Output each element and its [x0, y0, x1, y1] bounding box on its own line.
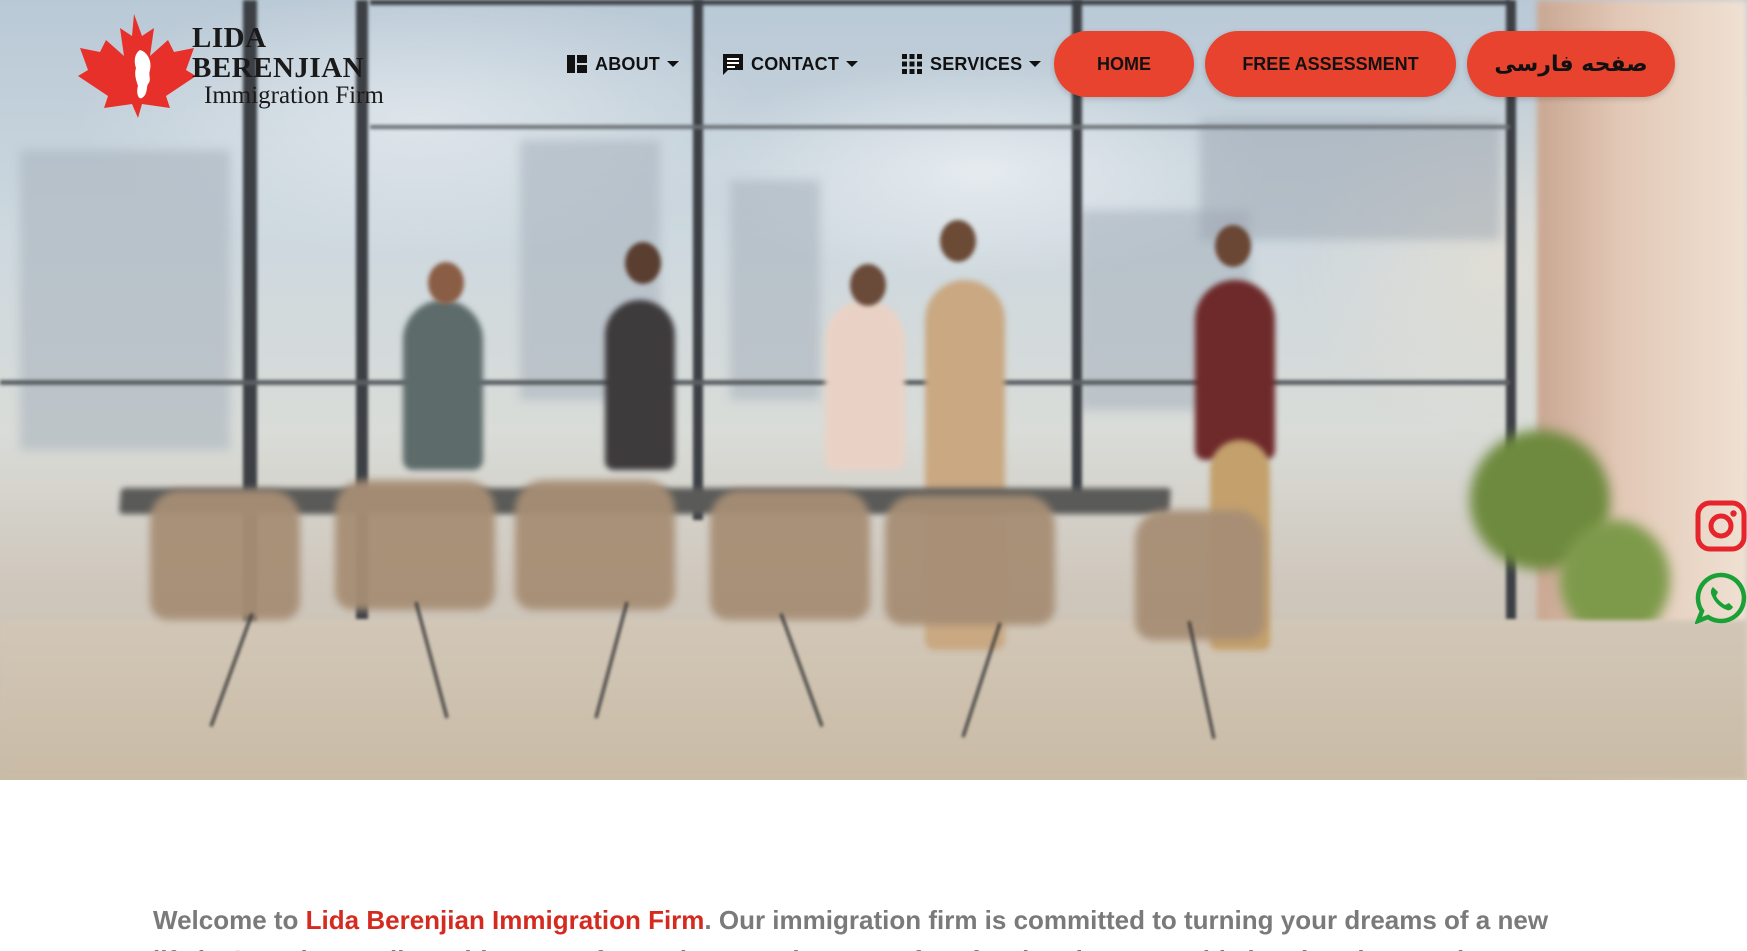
dashboard-icon [567, 55, 587, 73]
welcome-text: Welcome to Lida Berenjian Immigration Fi… [153, 902, 1593, 938]
chevron-down-icon [846, 61, 859, 67]
grid-icon [902, 54, 922, 74]
nav-services[interactable]: SERVICES [900, 48, 1042, 80]
welcome-text-line2: life in Canada a reality. With years of … [153, 942, 1573, 951]
home-button[interactable]: HOME [1054, 31, 1194, 97]
welcome-prefix: Welcome to [153, 905, 306, 935]
welcome-suffix: . Our immigration firm is committed to t… [704, 905, 1549, 935]
nav-services-label: SERVICES [930, 53, 1023, 74]
farsi-page-button[interactable]: صفحه فارسی [1467, 31, 1675, 97]
chat-icon [723, 54, 743, 75]
nav-contact-label: CONTACT [751, 53, 840, 74]
site-logo[interactable]: LIDA BERENJIAN Immigration Firm [76, 12, 436, 120]
instagram-icon[interactable] [1695, 500, 1747, 552]
nav-about[interactable]: ABOUT [565, 48, 679, 80]
chevron-down-icon [1029, 61, 1042, 67]
logo-subtitle: Immigration Firm [204, 82, 384, 109]
whatsapp-icon[interactable] [1695, 572, 1747, 624]
chevron-down-icon [667, 61, 679, 67]
nav-contact[interactable]: CONTACT [721, 48, 859, 80]
maple-leaf-icon [78, 14, 196, 118]
logo-title: LIDA BERENJIAN [192, 22, 365, 84]
welcome-brand: Lida Berenjian Immigration Firm [305, 905, 705, 935]
nav-about-label: ABOUT [595, 53, 660, 74]
welcome-section: Welcome to Lida Berenjian Immigration Fi… [0, 780, 1747, 951]
free-assessment-button[interactable]: FREE ASSESSMENT [1205, 31, 1456, 97]
